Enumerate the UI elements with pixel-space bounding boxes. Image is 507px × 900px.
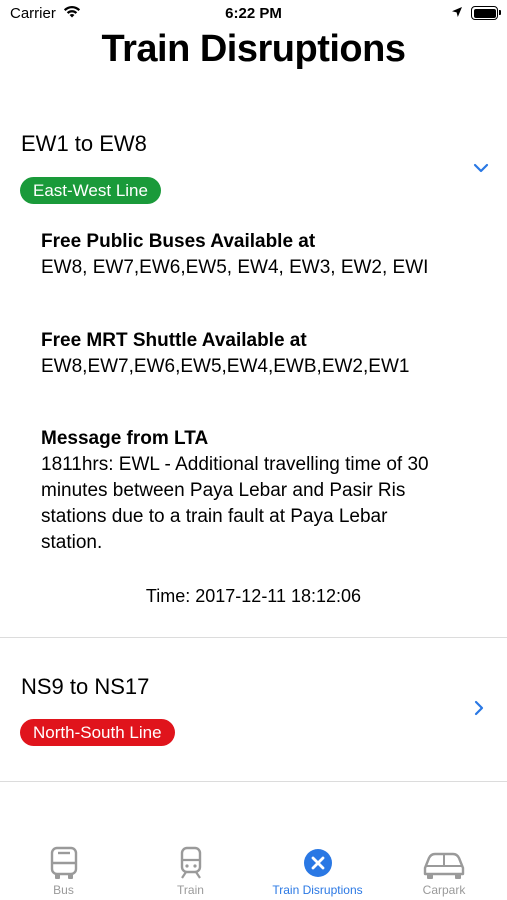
disruption-title: NS9 to NS17 [21,674,150,699]
battery-icon [471,6,501,20]
location-arrow-icon [451,5,463,22]
train-icon [178,846,204,885]
lta-message: Message from LTA 1811hrs: EWL - Addition… [41,426,481,556]
message-line: station. [41,532,103,553]
tab-carpark[interactable]: Carpark [381,828,507,900]
bus-heading: Free Public Buses Available at [41,231,316,252]
divider [0,781,507,782]
disruption-title: EW1 to EW8 [21,131,147,156]
page-title: Train Disruptions [101,28,406,70]
bus-stations: EW8, EW7,EW6,EW5, EW4, EW3, EW2, EWI [41,257,429,278]
tab-bar: Bus Train Train Disruptions Carpark [0,828,507,900]
tab-label: Bus [53,883,74,897]
message-line: 1811hrs: EWL - Additional travelling tim… [41,454,429,475]
message-line: stations due to a train fault at Paya Le… [41,506,388,527]
close-circle-icon [303,846,333,885]
disruption-card[interactable]: EW1 to EW8 East-West Line Free Public Bu… [0,125,507,637]
tab-label: Train Disruptions [272,883,363,897]
chevron-right-icon[interactable] [472,699,486,722]
line-badge: East-West Line [20,177,161,204]
message-line: minutes between Paya Lebar and Pasir Ris [41,480,406,501]
tab-label: Train [177,883,204,897]
tab-label: Carpark [422,883,466,897]
message-heading: Message from LTA [41,428,209,449]
shuttle-info: Free MRT Shuttle Available at EW8,EW7,EW… [41,328,481,380]
app-screen: Carrier 6:22 PM Train Disruptions EW1 to… [0,0,507,900]
bus-icon [49,846,79,885]
status-time: 6:22 PM [225,5,282,22]
status-bar: Carrier 6:22 PM [0,0,507,28]
tab-train[interactable]: Train [127,828,254,900]
tab-train-disruptions[interactable]: Train Disruptions [254,828,381,900]
disruption-card[interactable]: NS9 to NS17 North-South Line [0,638,507,781]
line-badge: North-South Line [20,719,175,746]
car-icon [421,846,467,885]
shuttle-heading: Free MRT Shuttle Available at [41,330,307,351]
bus-info: Free Public Buses Available at EW8, EW7,… [41,229,481,281]
tab-bus[interactable]: Bus [0,828,127,900]
disruption-time: Time: 2017-12-11 18:12:06 [145,586,362,606]
chevron-down-icon[interactable] [472,161,490,179]
shuttle-stations: EW8,EW7,EW6,EW5,EW4,EWB,EW2,EW1 [41,356,410,377]
